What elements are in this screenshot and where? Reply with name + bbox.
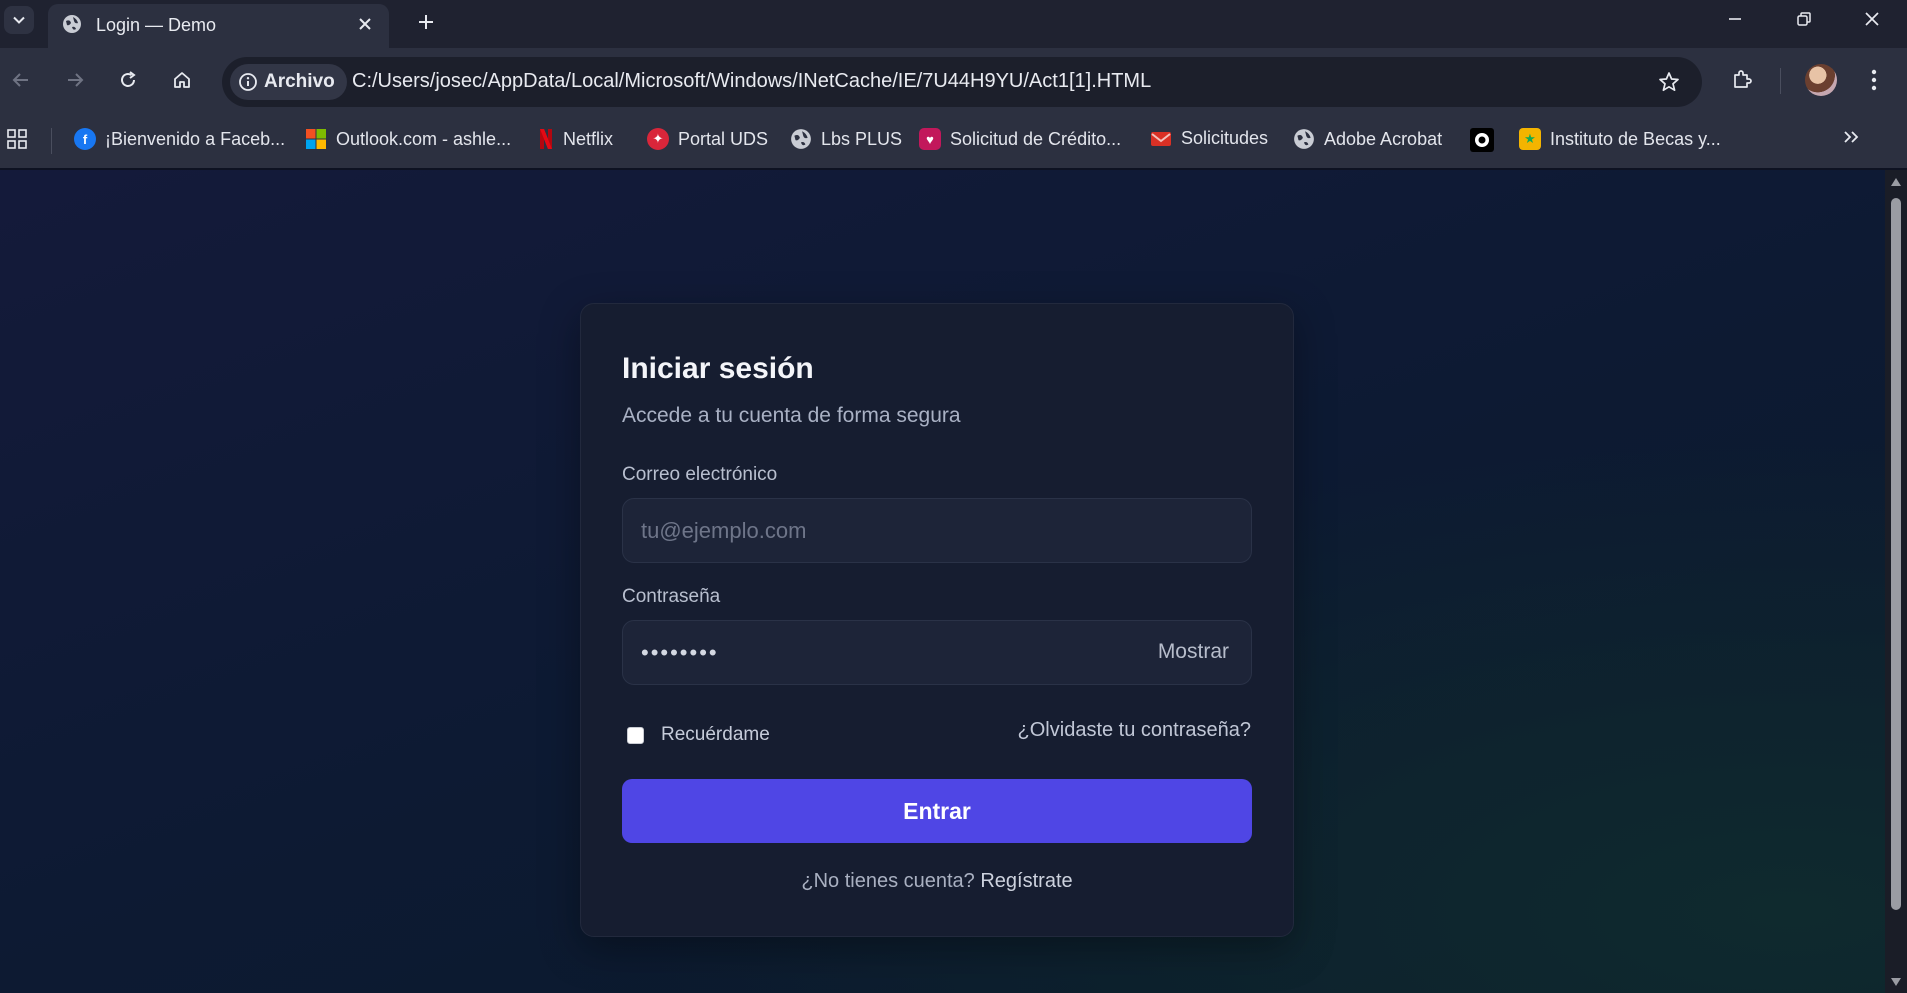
new-tab-button[interactable]	[410, 6, 442, 38]
forward-button[interactable]	[57, 62, 93, 98]
bookmark-outlook[interactable]: Outlook.com - ashle...	[305, 128, 511, 150]
menu-button[interactable]	[1856, 62, 1892, 98]
triangle-up-icon	[1891, 178, 1901, 186]
close-window-button[interactable]	[1838, 0, 1906, 38]
home-icon	[174, 72, 190, 88]
reload-icon	[121, 71, 136, 87]
netflix-icon	[540, 129, 552, 149]
tab-search-button[interactable]	[4, 6, 34, 34]
remember-label: Recuérdame	[661, 724, 770, 745]
show-password-button[interactable]: Mostrar	[1158, 640, 1229, 664]
bookmark-solicitud-credito[interactable]: ♥ Solicitud de Crédito...	[919, 128, 1121, 150]
bookmark-portal-uds[interactable]: ✦ Portal UDS	[647, 128, 768, 150]
bookmark-label: Adobe Acrobat	[1324, 128, 1443, 149]
tab-strip: Login — Demo	[0, 0, 1907, 48]
active-tab[interactable]: Login — Demo	[48, 4, 389, 48]
bookmark-label: ¡Bienvenido a Faceb...	[105, 128, 286, 149]
gmail-icon	[1151, 131, 1171, 146]
bookmark-label: Instituto de Becas y...	[1550, 128, 1721, 149]
close-icon	[1865, 12, 1879, 26]
bookmark-label: Outlook.com - ashle...	[336, 128, 512, 149]
bookmark-netflix[interactable]: Netflix	[538, 128, 613, 150]
bookmark-label: Portal UDS	[678, 128, 769, 149]
page-subtitle: Accede a tu cuenta de forma segura	[622, 404, 961, 427]
bookmarks-overflow-button[interactable]	[1842, 128, 1860, 146]
profile-avatar[interactable]	[1805, 64, 1837, 96]
arrow-right-icon	[68, 73, 84, 87]
scrollbar[interactable]	[1885, 170, 1907, 993]
circle-app-icon	[1470, 128, 1494, 152]
address-bar[interactable]: Archivo C:/Users/josec/AppData/Local/Mic…	[222, 57, 1702, 107]
globe-icon	[1294, 129, 1314, 149]
plus-icon	[419, 15, 433, 29]
password-field-box: Mostrar	[622, 620, 1252, 685]
site-info-chip[interactable]: Archivo	[230, 64, 347, 100]
credit-icon: ♥	[919, 128, 941, 150]
close-icon	[359, 18, 371, 30]
apps-grid-icon	[7, 129, 27, 149]
email-field-box	[622, 498, 1252, 563]
chevron-double-right-icon	[1844, 131, 1859, 143]
becas-icon: ★	[1519, 128, 1541, 150]
globe-icon	[791, 129, 811, 149]
remember-checkbox[interactable]	[627, 726, 644, 744]
signup-prompt: ¿No tienes cuenta? Regístrate	[581, 870, 1293, 893]
scroll-down-arrow[interactable]	[1890, 976, 1902, 988]
page-title: Iniciar sesión	[622, 352, 814, 385]
globe-icon	[63, 15, 81, 33]
bookmarks-separator	[51, 128, 52, 154]
bookmark-solicitudes[interactable]: Solicitudes	[1150, 128, 1268, 149]
bookmark-circle-app[interactable]	[1470, 128, 1494, 152]
toolbar-separator	[1780, 68, 1781, 94]
bookmark-label: Solicitud de Crédito...	[950, 128, 1122, 149]
microsoft-icon	[306, 129, 326, 149]
restore-icon	[1797, 12, 1811, 26]
minimize-icon	[1729, 18, 1741, 20]
arrow-left-icon	[12, 73, 28, 87]
back-button[interactable]	[3, 62, 39, 98]
facebook-icon: f	[74, 128, 96, 150]
bookmark-label: Lbs PLUS	[821, 128, 903, 149]
bookmark-star-button[interactable]	[1654, 67, 1684, 97]
triangle-down-icon	[1891, 978, 1901, 986]
more-vertical-icon	[1871, 69, 1877, 91]
star-icon	[1659, 72, 1679, 92]
login-card: Iniciar sesión Accede a tu cuenta de for…	[580, 303, 1294, 937]
login-button[interactable]: Entrar	[622, 779, 1252, 843]
url-text[interactable]: C:/Users/josec/AppData/Local/Microsoft/W…	[352, 70, 1151, 93]
bookmarks-bar: f ¡Bienvenido a Faceb... Outlook.com - a…	[0, 118, 1907, 162]
apps-button[interactable]	[6, 128, 28, 150]
info-icon	[239, 73, 257, 91]
password-label: Contraseña	[622, 586, 721, 607]
home-button[interactable]	[164, 62, 200, 98]
site-info-label: Archivo	[264, 71, 335, 92]
bookmark-lbs-plus[interactable]: Lbs PLUS	[790, 128, 902, 150]
signup-prompt-text: ¿No tienes cuenta?	[801, 870, 975, 892]
forgot-password-link[interactable]: ¿Olvidaste tu contraseña?	[1018, 719, 1251, 742]
bookmark-instituto-becas[interactable]: ★ Instituto de Becas y...	[1519, 128, 1721, 150]
restore-button[interactable]	[1770, 0, 1838, 38]
bookmark-adobe-acrobat[interactable]: Adobe Acrobat	[1293, 128, 1442, 150]
signup-link[interactable]: Regístrate	[980, 870, 1072, 892]
email-field[interactable]	[623, 499, 1251, 562]
email-label: Correo electrónico	[622, 464, 778, 485]
bookmark-label: Solicitudes	[1181, 128, 1269, 148]
password-field[interactable]	[623, 621, 1251, 684]
bookmark-label: Netflix	[563, 128, 614, 149]
tab-title: Login — Demo	[96, 15, 217, 35]
scroll-thumb[interactable]	[1891, 198, 1901, 910]
remember-me[interactable]: Recuérdame	[627, 724, 770, 746]
puzzle-icon	[1734, 70, 1752, 88]
extensions-button[interactable]	[1724, 62, 1760, 98]
portal-uds-icon: ✦	[647, 128, 669, 150]
tab-close-button[interactable]	[353, 12, 377, 36]
browser-toolbar: Archivo C:/Users/josec/AppData/Local/Mic…	[0, 48, 1907, 168]
reload-button[interactable]	[110, 62, 146, 98]
scroll-up-arrow[interactable]	[1890, 176, 1902, 188]
minimize-button[interactable]	[1701, 0, 1769, 38]
bookmark-facebook[interactable]: f ¡Bienvenido a Faceb...	[74, 128, 285, 150]
chevron-down-icon	[13, 16, 25, 24]
